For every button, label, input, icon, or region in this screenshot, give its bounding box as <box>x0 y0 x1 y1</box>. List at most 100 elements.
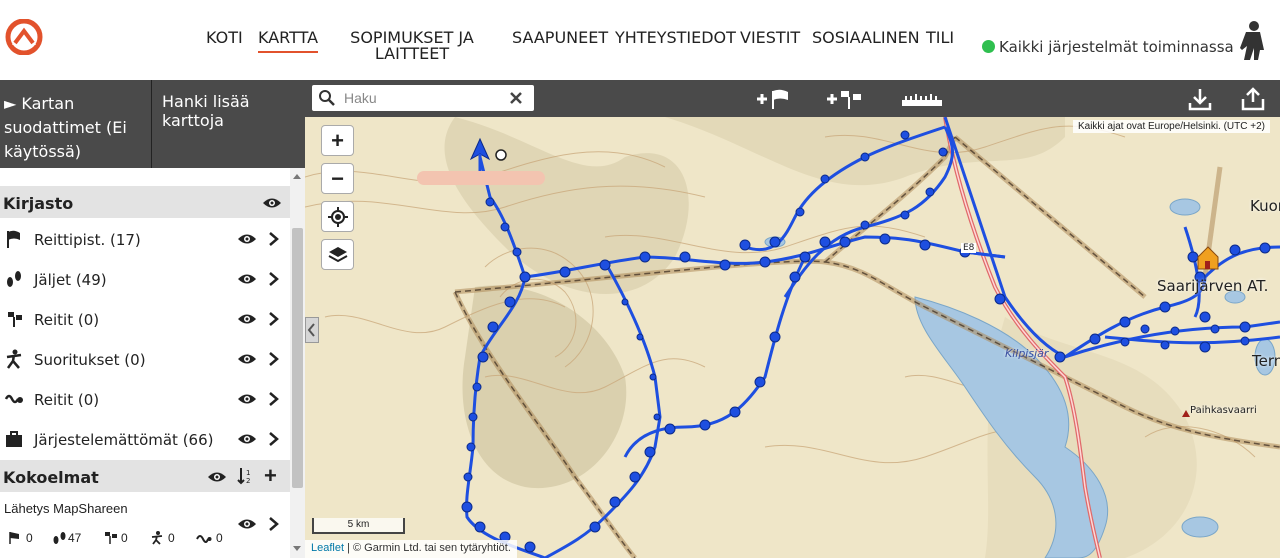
activity-person-icon <box>6 349 22 369</box>
add-waypoint-icon[interactable] <box>755 87 793 111</box>
svg-text:1: 1 <box>246 469 250 477</box>
map-label-e8: E8 <box>961 243 977 253</box>
eye-icon[interactable] <box>237 352 257 366</box>
eye-icon[interactable] <box>237 272 257 286</box>
system-status[interactable]: Kaikki järjestelmät toiminnassa <box>982 38 1234 56</box>
map-canvas[interactable]: Kuon Saarijärven AT. Tern Kilpisjär Paih… <box>305 117 1280 558</box>
svg-text:2: 2 <box>246 477 250 485</box>
collections-title: Kokoelmat <box>3 468 99 487</box>
route-line-icon <box>196 535 212 543</box>
zoom-in-button[interactable]: + <box>321 125 354 156</box>
share-icon[interactable] <box>1241 87 1265 111</box>
course-count: 0 <box>216 531 223 545</box>
activity-person-icon <box>151 531 163 545</box>
eye-icon[interactable] <box>237 392 257 406</box>
get-more-maps-link[interactable]: Hanki lisää karttoja <box>162 92 305 130</box>
library-item-courses[interactable]: Reitit (0) <box>0 379 290 419</box>
chevron-right-icon[interactable] <box>268 351 280 367</box>
layers-button[interactable] <box>321 239 354 270</box>
nav-koti[interactable]: KOTI <box>206 30 243 46</box>
library-item-label: Jäljet (49) <box>34 271 107 289</box>
collapse-panel-handle[interactable] <box>305 317 319 343</box>
add-route-icon[interactable] <box>825 87 869 111</box>
timezone-note: Kaikki ajat ovat Europe/Helsinki. (UTC +… <box>1072 120 1270 133</box>
library-section-header[interactable]: Kirjasto <box>0 186 290 218</box>
download-icon[interactable] <box>1188 87 1212 111</box>
chevron-left-icon <box>307 323 315 337</box>
crosshair-icon <box>327 207 348 227</box>
library-item-activities[interactable]: Suoritukset (0) <box>0 339 290 379</box>
left-panel-header: ► Kartan suodattimet (Ei käytössä) Hanki… <box>0 80 305 168</box>
add-collection-button[interactable]: + <box>264 463 277 489</box>
top-header: KOTI KARTTA SOPIMUKSET JA LAITTEET SAAPU… <box>0 0 1280 80</box>
leaflet-link[interactable]: Leaflet <box>311 542 344 554</box>
scroll-down-icon[interactable] <box>293 546 301 551</box>
eye-icon[interactable] <box>237 432 257 446</box>
map-label-kuon: Kuon <box>1250 197 1280 215</box>
chevron-right-icon[interactable] <box>268 311 280 327</box>
map-search[interactable] <box>312 85 534 111</box>
library-panel: Kirjasto Reittipist. (17) Jäljet (49) Re… <box>0 168 290 558</box>
map-toolbar <box>305 80 1280 117</box>
track-count: 47 <box>68 531 82 545</box>
status-ok-icon <box>982 40 995 53</box>
waypoint-count: 0 <box>26 531 33 545</box>
library-title: Kirjasto <box>3 194 74 213</box>
library-item-waypoints[interactable]: Reittipist. (17) <box>0 219 290 259</box>
eye-icon[interactable] <box>262 196 282 210</box>
activity-count: 0 <box>168 531 175 545</box>
chevron-right-icon[interactable] <box>268 391 280 407</box>
attribution-text: | © Garmin Ltd. tai sen tytäryhtiöt. <box>344 542 511 554</box>
briefcase-icon <box>6 431 22 447</box>
divider <box>151 80 152 168</box>
nav-tili[interactable]: TILI <box>926 30 954 46</box>
library-item-unorganized[interactable]: Järjestelemättömät (66) <box>0 419 290 459</box>
sort-icon[interactable]: 12 <box>237 467 253 485</box>
clear-search-icon[interactable] <box>510 92 522 104</box>
measure-ruler-icon[interactable] <box>901 87 943 111</box>
eye-icon[interactable] <box>237 312 257 326</box>
collection-name: Lähetys MapShareen <box>4 501 128 516</box>
library-item-label: Reitit (0) <box>34 391 100 409</box>
status-text: Kaikki järjestelmät toiminnassa <box>999 38 1234 56</box>
nav-sosiaalinen[interactable]: SOSIAALINEN <box>812 30 920 46</box>
scroll-up-icon[interactable] <box>293 174 301 179</box>
nav-sopimukset-ja-laitteet[interactable]: SOPIMUKSET JA LAITTEET <box>350 30 474 62</box>
user-avatar-icon[interactable] <box>1232 20 1268 62</box>
nav-yhteystiedot[interactable]: YHTEYSTIEDOT <box>615 30 736 46</box>
map-label-tern: Tern <box>1252 352 1280 370</box>
collection-item[interactable]: Lähetys MapShareen <box>0 496 290 531</box>
footsteps-icon <box>7 271 21 287</box>
nav-kartta[interactable]: KARTTA <box>258 30 319 53</box>
footsteps-icon <box>53 532 66 544</box>
zoom-out-button[interactable]: − <box>321 163 354 194</box>
route-line-icon <box>4 394 23 404</box>
route-pin-icon <box>105 532 117 544</box>
eye-icon[interactable] <box>237 517 257 531</box>
collections-section-header[interactable]: Kokoelmat 12 + <box>0 460 290 492</box>
chevron-right-icon[interactable] <box>268 516 280 532</box>
library-scrollbar[interactable] <box>290 168 305 558</box>
locate-button[interactable] <box>321 201 354 232</box>
topographic-map <box>305 117 1280 558</box>
scroll-thumb[interactable] <box>292 228 303 488</box>
map-label-kilpisjarvi: Kilpisjär <box>1005 347 1049 360</box>
search-input[interactable] <box>344 88 504 108</box>
nav-saapuneet[interactable]: SAAPUNEET <box>512 30 608 46</box>
eye-icon[interactable] <box>237 232 257 246</box>
map-label-paihkasvaarri: Paihkasvaarri <box>1190 405 1257 416</box>
garmin-logo-icon[interactable] <box>3 19 45 55</box>
eye-icon[interactable] <box>207 470 227 484</box>
chevron-right-icon[interactable] <box>268 271 280 287</box>
library-item-routes[interactable]: Reitit (0) <box>0 299 290 339</box>
library-item-label: Järjestelemättömät (66) <box>34 431 214 449</box>
nav-viestit[interactable]: VIESTIT <box>740 30 800 46</box>
chevron-right-icon[interactable] <box>268 431 280 447</box>
library-item-tracks[interactable]: Jäljet (49) <box>0 259 290 299</box>
flag-icon <box>9 532 19 544</box>
route-pin-icon <box>8 312 22 327</box>
chevron-right-icon[interactable] <box>268 231 280 247</box>
map-filters-toggle[interactable]: ► Kartan suodattimet (Ei käytössä) <box>4 92 144 164</box>
flag-icon <box>7 230 20 248</box>
collection-counts: 0 47 0 0 0 <box>6 531 286 549</box>
